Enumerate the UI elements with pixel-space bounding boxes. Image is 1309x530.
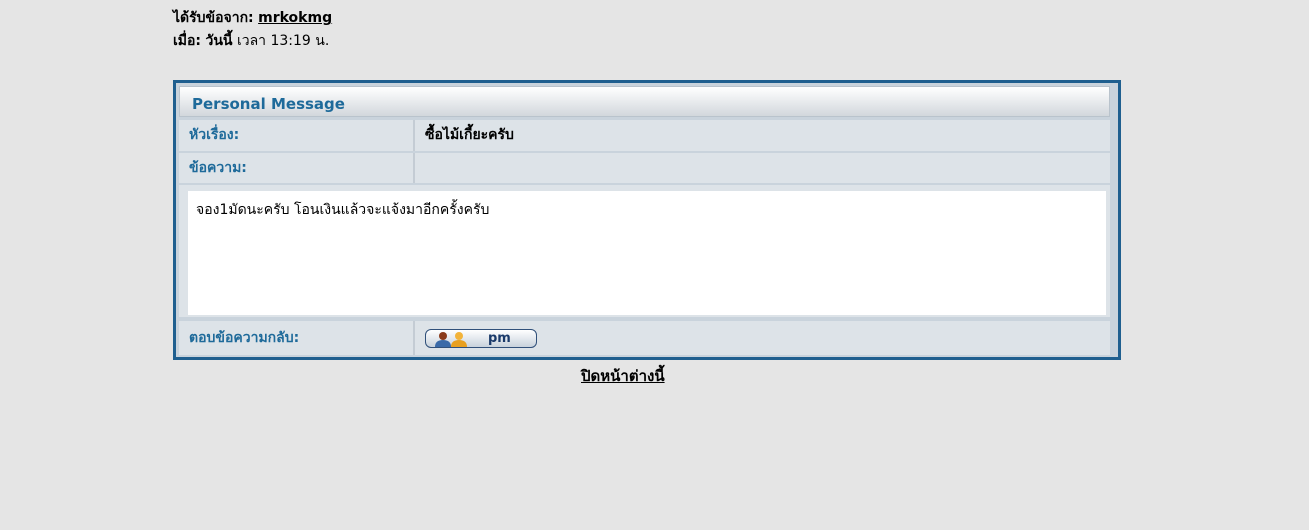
reply-pm-button-label: pm <box>488 331 511 346</box>
when-time: เวลา 13:19 น. <box>236 33 330 49</box>
users-icon <box>435 332 467 347</box>
panel-header: Personal Message <box>179 86 1110 117</box>
sender-line: ได้รับข้อจาก: mrkokmg <box>173 7 332 30</box>
message-label-row: ข้อความ: <box>179 153 1110 183</box>
subject-label: หัวเรื่อง: <box>179 120 415 151</box>
date-line: เมื่อ: วันนี้ เวลา 13:19 น. <box>173 30 332 53</box>
reply-pm-button[interactable]: pm <box>425 329 537 348</box>
message-info: ได้รับข้อจาก: mrkokmg เมื่อ: วันนี้ เวลา… <box>173 7 332 53</box>
sender-link[interactable]: mrkokmg <box>258 10 332 26</box>
panel-title: Personal Message <box>192 95 345 113</box>
reply-label: ตอบข้อความกลับ: <box>179 321 415 355</box>
personal-message-panel: Personal Message หัวเรื่อง: ซื้อไม้เกี้ย… <box>173 80 1121 360</box>
reply-row: ตอบข้อความกลับ: pm <box>179 321 1110 355</box>
from-label: ได้รับข้อจาก: <box>173 10 254 26</box>
when-day: วันนี้ <box>205 33 233 49</box>
subject-row: หัวเรื่อง: ซื้อไม้เกี้ยะครับ <box>179 120 1110 151</box>
message-label-empty <box>417 153 1110 183</box>
close-window-link[interactable]: ปิดหน้าต่างนี้ <box>581 364 665 388</box>
when-label: เมื่อ: <box>173 33 202 49</box>
message-area: จอง1มัดนะครับ โอนเงินแล้วจะแจ้งมาอีกครั้… <box>179 185 1110 317</box>
message-label: ข้อความ: <box>179 153 415 183</box>
message-body: จอง1มัดนะครับ โอนเงินแล้วจะแจ้งมาอีกครั้… <box>188 191 1106 315</box>
subject-value: ซื้อไม้เกี้ยะครับ <box>425 127 514 143</box>
